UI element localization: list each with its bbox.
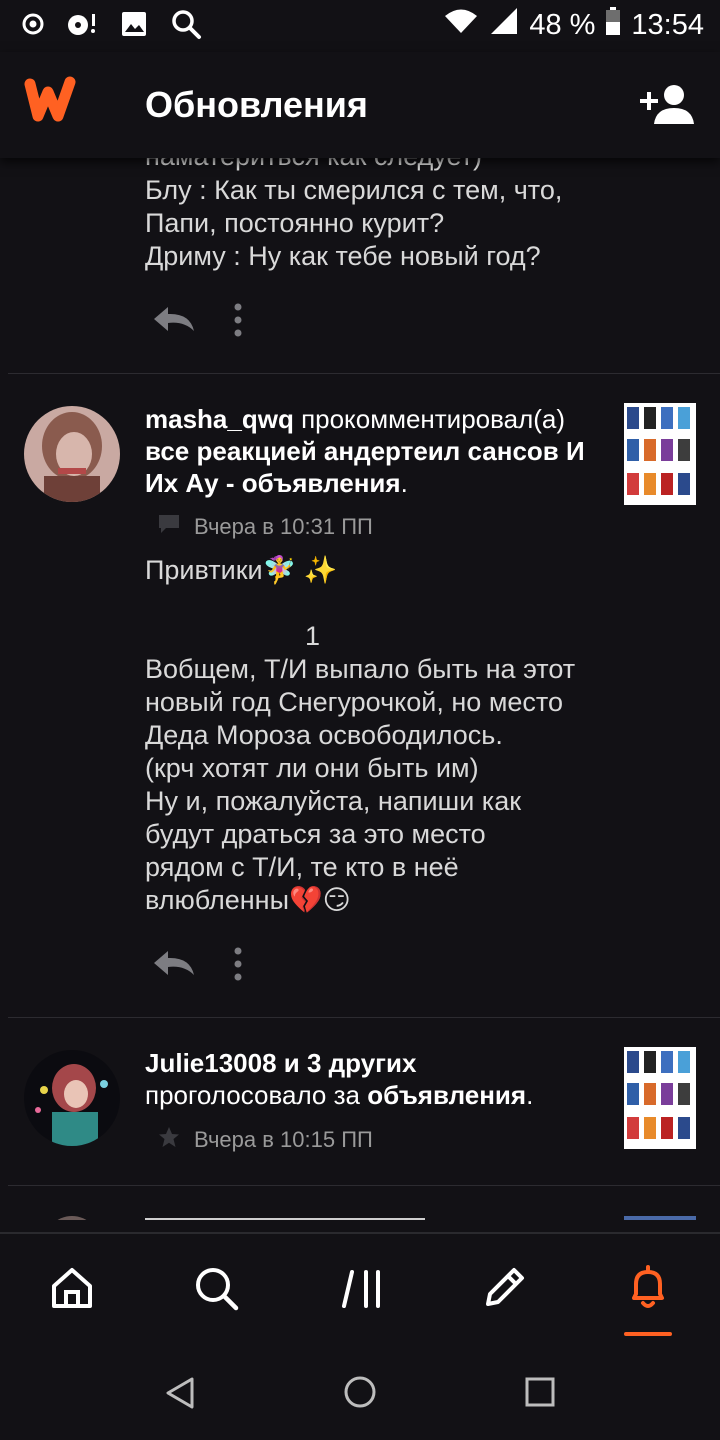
partial-post-line: Папи, постоянно курит? xyxy=(145,208,445,238)
comment-line: Деда Мороза освободилось. xyxy=(145,720,503,750)
timestamp: Вчера в 10:15 ПП xyxy=(158,1126,373,1154)
gallery-icon xyxy=(120,10,148,43)
system-navigation-bar xyxy=(0,1346,720,1440)
partial-post-line: Дриму : Ну как тебе новый год? xyxy=(145,241,541,271)
music-icon xyxy=(66,10,98,43)
signal-icon xyxy=(489,6,519,44)
add-user-icon[interactable] xyxy=(640,82,696,131)
comment-line: влюбленны💔😏 xyxy=(145,885,351,915)
back-icon[interactable] xyxy=(164,1376,196,1415)
wattpad-logo-icon[interactable] xyxy=(24,76,88,129)
story-link[interactable]: объявления xyxy=(367,1080,526,1110)
comment-line: рядом с Т/И, те кто в неё xyxy=(145,852,459,882)
comment-greeting: Привтики🧚‍♀️ ✨ xyxy=(145,555,338,585)
partial-post-line: Блу : Как ты смерился с тем, что, xyxy=(145,175,563,205)
app-header: Обновления xyxy=(0,52,720,158)
star-icon xyxy=(158,1126,180,1154)
timestamp: Вчера в 10:31 ПП xyxy=(158,514,373,540)
post-actions xyxy=(150,302,244,343)
reply-icon[interactable] xyxy=(150,303,198,342)
home-icon[interactable] xyxy=(48,1264,96,1312)
story-link[interactable]: все реакцией андертеил сансов И Их Ау - … xyxy=(145,436,585,498)
username-link[interactable]: masha_qwq xyxy=(145,404,294,434)
write-icon[interactable] xyxy=(480,1264,528,1312)
recents-icon[interactable] xyxy=(524,1376,556,1413)
record-icon xyxy=(22,13,44,40)
notifications-bell-icon[interactable] xyxy=(624,1264,672,1312)
comment-line: Ну и, пожалуйста, напиши как xyxy=(145,786,522,816)
comment-line: будут драться за это место xyxy=(145,819,486,849)
more-options-icon[interactable] xyxy=(232,946,244,987)
timestamp-text: Вчера в 10:31 ПП xyxy=(194,514,373,539)
bottom-navigation xyxy=(0,1232,720,1346)
divider xyxy=(8,373,720,374)
divider xyxy=(8,1017,720,1018)
story-thumbnail[interactable] xyxy=(624,403,696,505)
reply-icon[interactable] xyxy=(150,947,198,986)
comment-number: 1 xyxy=(305,621,321,651)
comment-line: новый год Снегурочкой, но место xyxy=(145,687,563,717)
notification-action: прокомментировал(а) xyxy=(301,404,566,434)
status-bar: 48 % 13:54 xyxy=(0,0,720,52)
divider xyxy=(8,1185,720,1186)
notification-headline[interactable]: masha_qwq прокомментировал(а) все реакци… xyxy=(145,403,605,499)
comment-icon xyxy=(158,514,180,540)
story-thumbnail[interactable] xyxy=(624,1047,696,1149)
clock: 13:54 xyxy=(631,8,704,41)
updates-feed[interactable]: наматериться как следует) Блу : Как ты с… xyxy=(0,140,720,1220)
battery-percent: 48 % xyxy=(529,8,596,41)
comment-line: (крч хотят ли они быть им) xyxy=(145,753,479,783)
comment-line: Вобщем, Т/И выпало быть на этот xyxy=(145,654,576,684)
more-options-icon[interactable] xyxy=(232,302,244,343)
notification-headline[interactable]: Julie13008 и 3 других проголосовало за о… xyxy=(145,1047,605,1111)
active-tab-indicator xyxy=(624,1332,672,1336)
home-button-icon[interactable] xyxy=(342,1374,378,1415)
battery-icon xyxy=(605,6,621,44)
users-link[interactable]: Julie13008 и 3 других xyxy=(145,1048,416,1078)
timestamp-text: Вчера в 10:15 ПП xyxy=(194,1127,373,1152)
search-status-icon xyxy=(170,8,202,45)
avatar[interactable] xyxy=(24,406,120,502)
headline-period: . xyxy=(526,1080,534,1110)
avatar[interactable] xyxy=(24,1050,120,1146)
headline-period: . xyxy=(400,468,408,498)
next-item-peek[interactable] xyxy=(0,1216,720,1220)
notification-action: проголосовало за xyxy=(145,1080,360,1110)
post-actions xyxy=(150,946,244,987)
wifi-icon xyxy=(443,7,479,43)
search-icon[interactable] xyxy=(192,1264,240,1312)
page-title: Обновления xyxy=(145,84,368,125)
library-icon[interactable] xyxy=(338,1264,386,1312)
